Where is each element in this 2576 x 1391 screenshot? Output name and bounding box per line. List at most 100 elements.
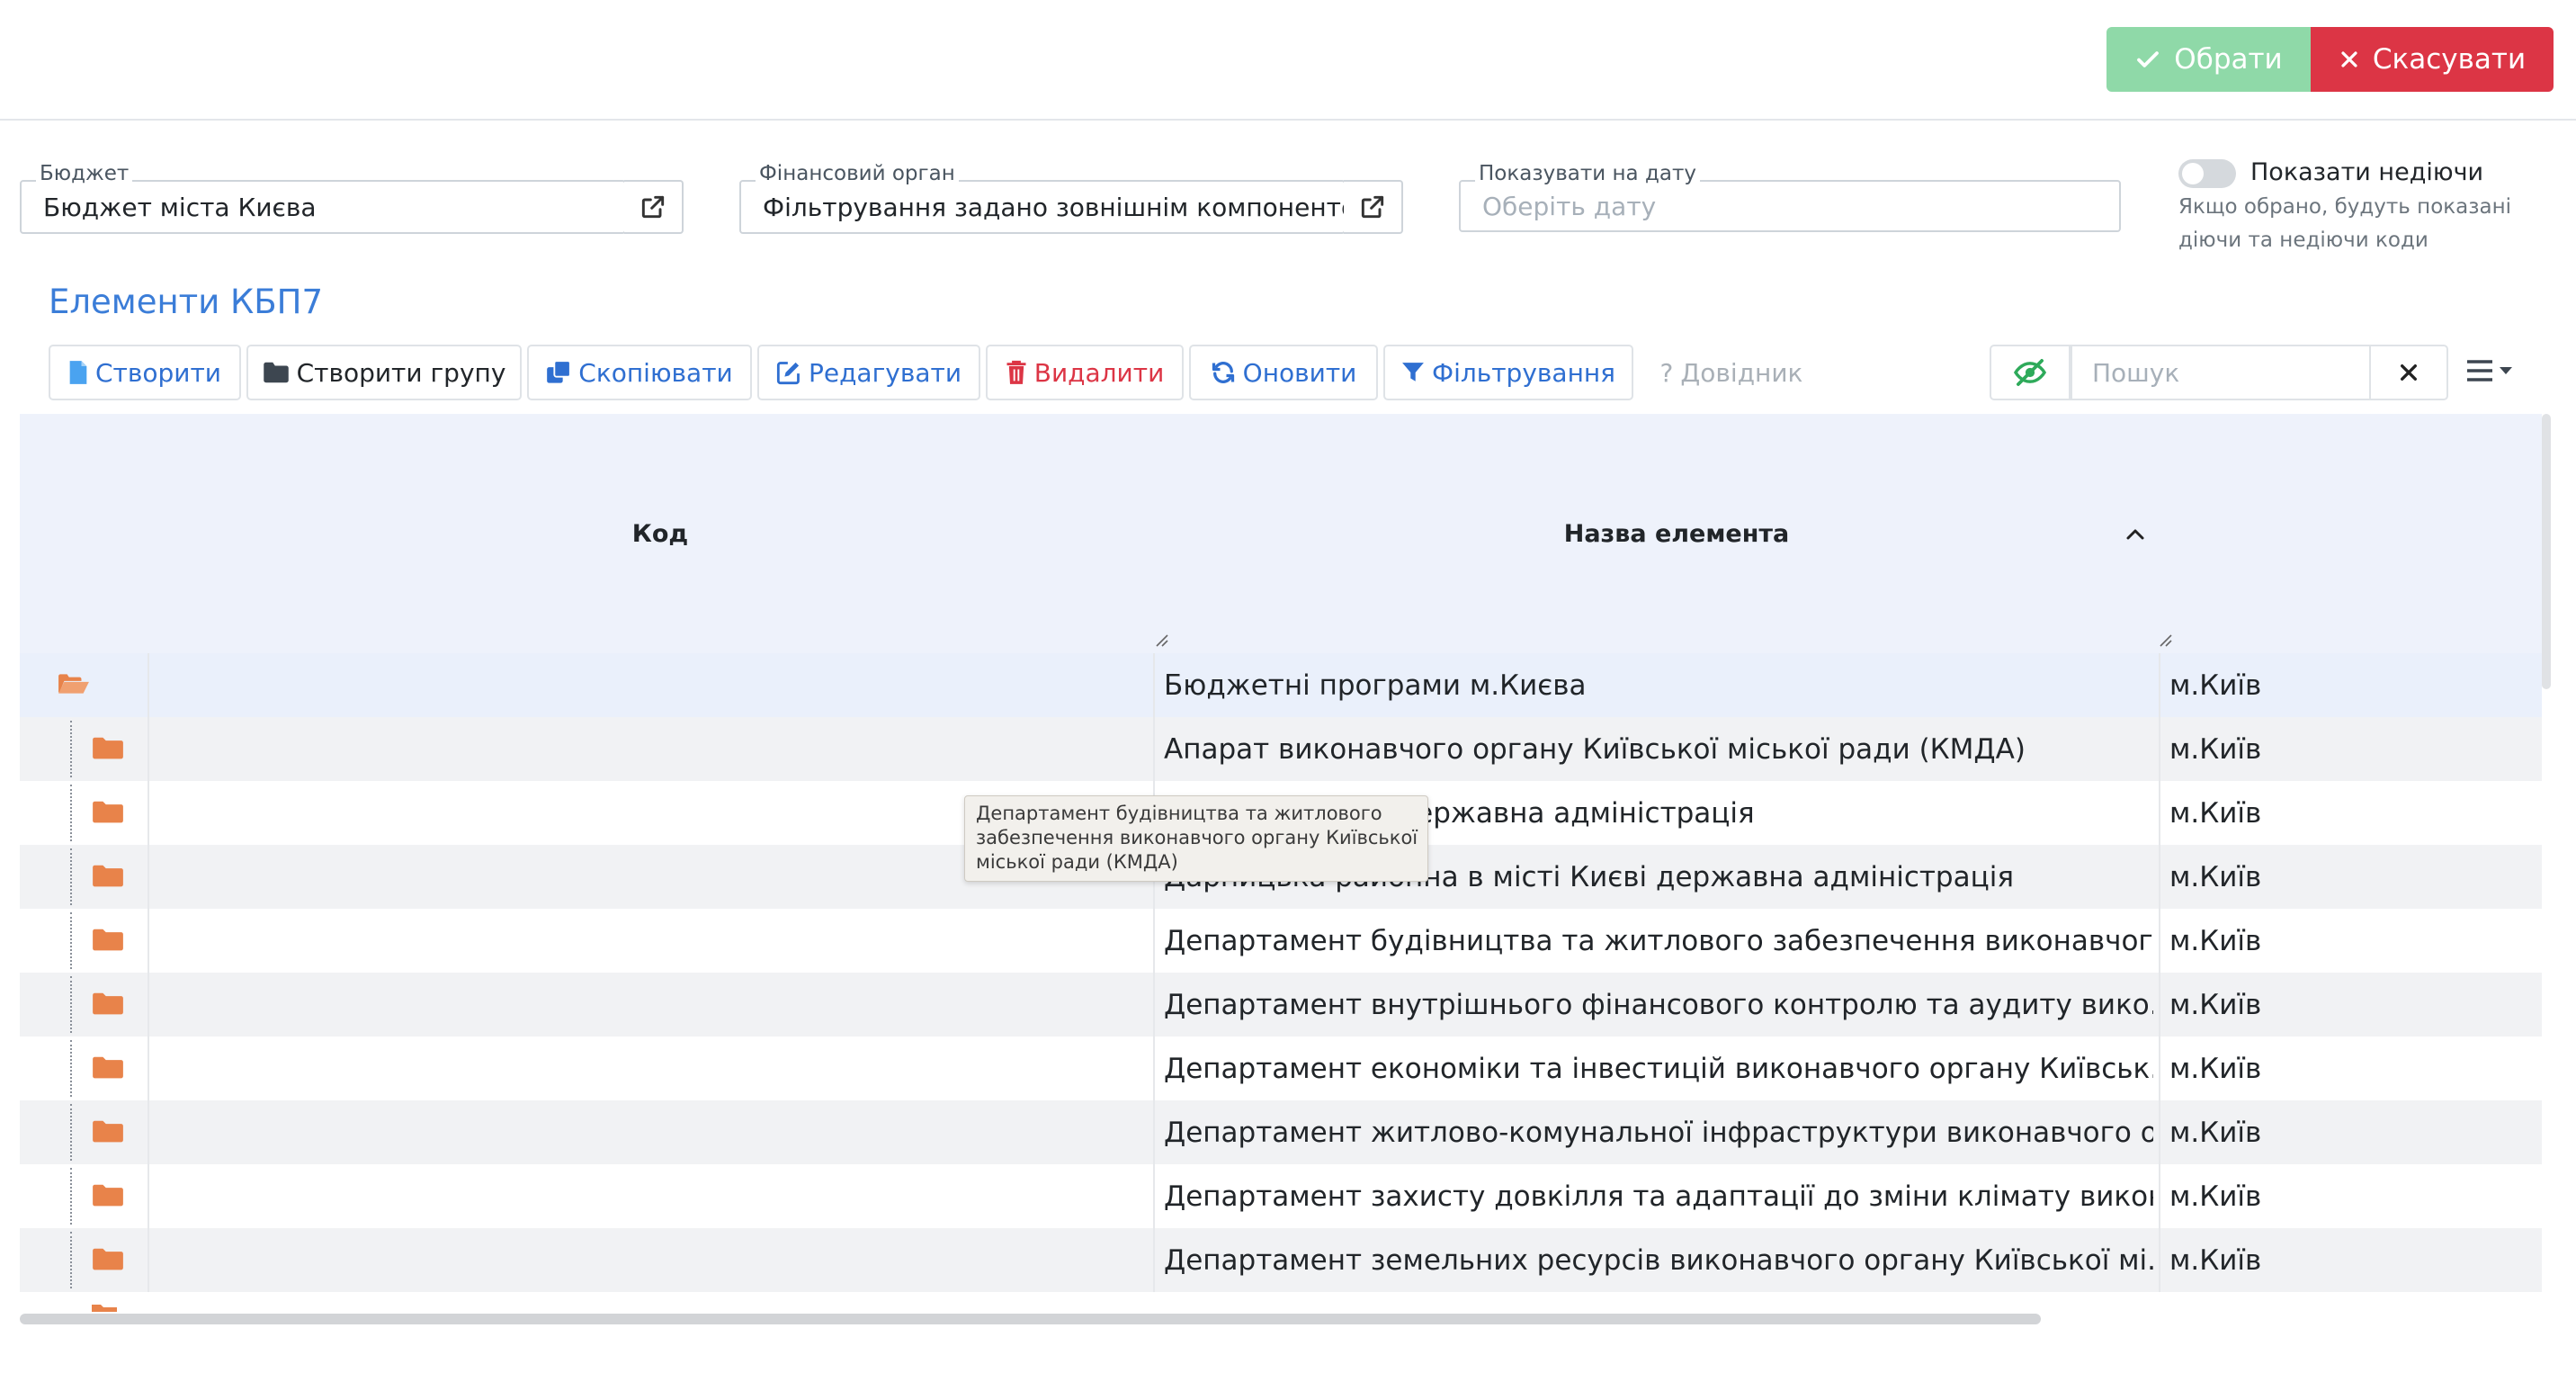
column-divider	[148, 909, 149, 973]
column-divider	[148, 781, 149, 845]
create-group-button[interactable]: Створити групу	[246, 345, 522, 400]
column-resize-handle[interactable]	[1155, 633, 1169, 648]
folder-icon[interactable]	[92, 863, 124, 888]
column-divider	[148, 973, 149, 1037]
table-row[interactable]: Департамент внутрішнього фінансового кон…	[20, 973, 2542, 1037]
horizontal-scrollbar[interactable]	[20, 1314, 2041, 1324]
eye-slash-icon	[2013, 359, 2047, 386]
cell-city: м.Київ	[2169, 860, 2262, 893]
table-row[interactable]: Бюджетні програми м.Києва м.Київ	[20, 653, 2542, 717]
tree-guide-line	[70, 912, 72, 969]
cancel-button[interactable]: Скасувати	[2311, 27, 2554, 92]
table-row[interactable]: Департамент будівництва та житлового заб…	[20, 909, 2542, 973]
edit-button[interactable]: Редагувати	[757, 345, 980, 400]
column-code-header[interactable]: Код	[148, 414, 1173, 653]
column-divider	[1153, 909, 1155, 973]
hint-line-1: Якщо обрано, будуть показані	[2178, 195, 2512, 219]
refresh-label: Оновити	[1242, 357, 1357, 388]
column-divider	[2159, 909, 2160, 973]
folder-icon[interactable]	[92, 1182, 124, 1207]
hint-line-2: діючи та недіючи коди	[2178, 229, 2428, 252]
clear-search-button[interactable]	[2371, 345, 2448, 400]
show-inactive-toggle[interactable]	[2178, 159, 2236, 188]
budget-field[interactable]: Бюджет міста Києва	[20, 180, 626, 234]
cell-name: Апарат виконавчого органу Київської місь…	[1164, 732, 2026, 766]
cell-name: Бюджетні програми м.Києва	[1164, 669, 1587, 702]
delete-button[interactable]: Видалити	[986, 345, 1184, 400]
column-code-label: Код	[631, 519, 689, 548]
cell-code	[155, 717, 1144, 781]
folder-icon[interactable]	[92, 1054, 124, 1080]
folder-icon	[92, 1305, 117, 1312]
question-icon: ?	[1659, 357, 1674, 388]
folder-open-icon[interactable]	[58, 671, 90, 696]
columns-menu-button[interactable]	[2459, 348, 2522, 393]
folder-icon[interactable]	[92, 1118, 124, 1144]
toggle-visibility-button[interactable]	[1990, 345, 2071, 400]
cell-city: м.Київ	[2169, 669, 2262, 702]
budget-open-button[interactable]	[624, 180, 684, 234]
date-label: Показувати на дату	[1475, 162, 1700, 185]
folder-icon[interactable]	[92, 927, 124, 952]
vertical-scrollbar[interactable]	[2542, 414, 2551, 689]
file-icon	[69, 361, 87, 384]
folder-icon[interactable]	[92, 735, 124, 760]
column-divider	[148, 1164, 149, 1228]
close-icon	[2401, 364, 2417, 381]
column-divider	[1153, 973, 1155, 1037]
folder-icon[interactable]	[92, 991, 124, 1016]
table-row[interactable]: Департамент житлово-комунальної інфрастр…	[20, 1100, 2542, 1164]
cell-city: м.Київ	[2169, 1180, 2262, 1213]
show-inactive-hint: Якщо обрано, будуть показані діючи та не…	[2178, 191, 2556, 257]
column-divider	[2159, 781, 2160, 845]
table-row[interactable]: Апарат виконавчого органу Київської місь…	[20, 717, 2542, 781]
folder-icon[interactable]	[92, 799, 124, 824]
column-divider	[2159, 1100, 2160, 1164]
top-action-bar: Обрати Скасувати	[0, 0, 2576, 121]
cell-city: м.Київ	[2169, 1052, 2262, 1085]
cell-city: м.Київ	[2169, 1116, 2262, 1149]
column-name-header[interactable]: Назва елемента	[1173, 414, 2180, 653]
table-row[interactable]: Департамент економіки та інвестицій вико…	[20, 1037, 2542, 1100]
column-resize-handle[interactable]	[2159, 633, 2173, 648]
fin-org-open-button[interactable]	[1344, 180, 1403, 234]
folder-icon[interactable]	[92, 1246, 124, 1271]
search-input[interactable]: Пошук	[2071, 345, 2371, 400]
copy-button[interactable]: Скопіювати	[527, 345, 752, 400]
column-divider	[148, 1100, 149, 1164]
column-divider	[1153, 1228, 1155, 1292]
fin-org-field[interactable]: Фільтрування задано зовнішнім компоненто…	[739, 180, 1346, 234]
refresh-button[interactable]: Оновити	[1189, 345, 1378, 400]
cancel-button-label: Скасувати	[2372, 43, 2527, 76]
table-row[interactable]: Департамент захисту довкілля та адаптаці…	[20, 1164, 2542, 1228]
column-divider	[2159, 973, 2160, 1037]
cell-city: м.Київ	[2169, 796, 2262, 830]
cell-code	[155, 1037, 1144, 1100]
tree-guide-line	[70, 1104, 72, 1161]
cell-code	[155, 653, 1144, 717]
tree-guide-line	[70, 976, 72, 1033]
column-divider	[1153, 1164, 1155, 1228]
date-field[interactable]: Оберіть дату	[1459, 180, 2121, 232]
external-link-icon	[1361, 195, 1384, 219]
filter-button[interactable]: Фільтрування	[1383, 345, 1633, 400]
cell-city: м.Київ	[2169, 1243, 2262, 1277]
sort-asc-icon[interactable]	[2124, 525, 2146, 542]
column-divider	[148, 1228, 149, 1292]
tooltip-line-2: забезпечення виконавчого органу Київсько…	[976, 827, 1418, 848]
table-header: Код Назва елемента	[20, 414, 2542, 653]
column-name-label: Назва елемента	[1563, 519, 1790, 548]
row-tooltip: Департамент будівництва та житлового заб…	[964, 795, 1428, 882]
column-divider	[2159, 653, 2160, 717]
copy-label: Скопіювати	[578, 357, 733, 388]
cell-code	[155, 1164, 1144, 1228]
column-divider	[2159, 1228, 2160, 1292]
delete-label: Видалити	[1033, 357, 1165, 388]
tree-guide-line	[70, 785, 72, 841]
tree-guide-line	[70, 1040, 72, 1097]
budget-label: Бюджет	[36, 162, 133, 185]
create-button[interactable]: Створити	[49, 345, 241, 400]
reference-button[interactable]: ? Довідник	[1639, 345, 1824, 400]
table-row[interactable]: Департамент земельних ресурсів виконавчо…	[20, 1228, 2542, 1292]
select-button[interactable]: Обрати	[2106, 27, 2311, 92]
